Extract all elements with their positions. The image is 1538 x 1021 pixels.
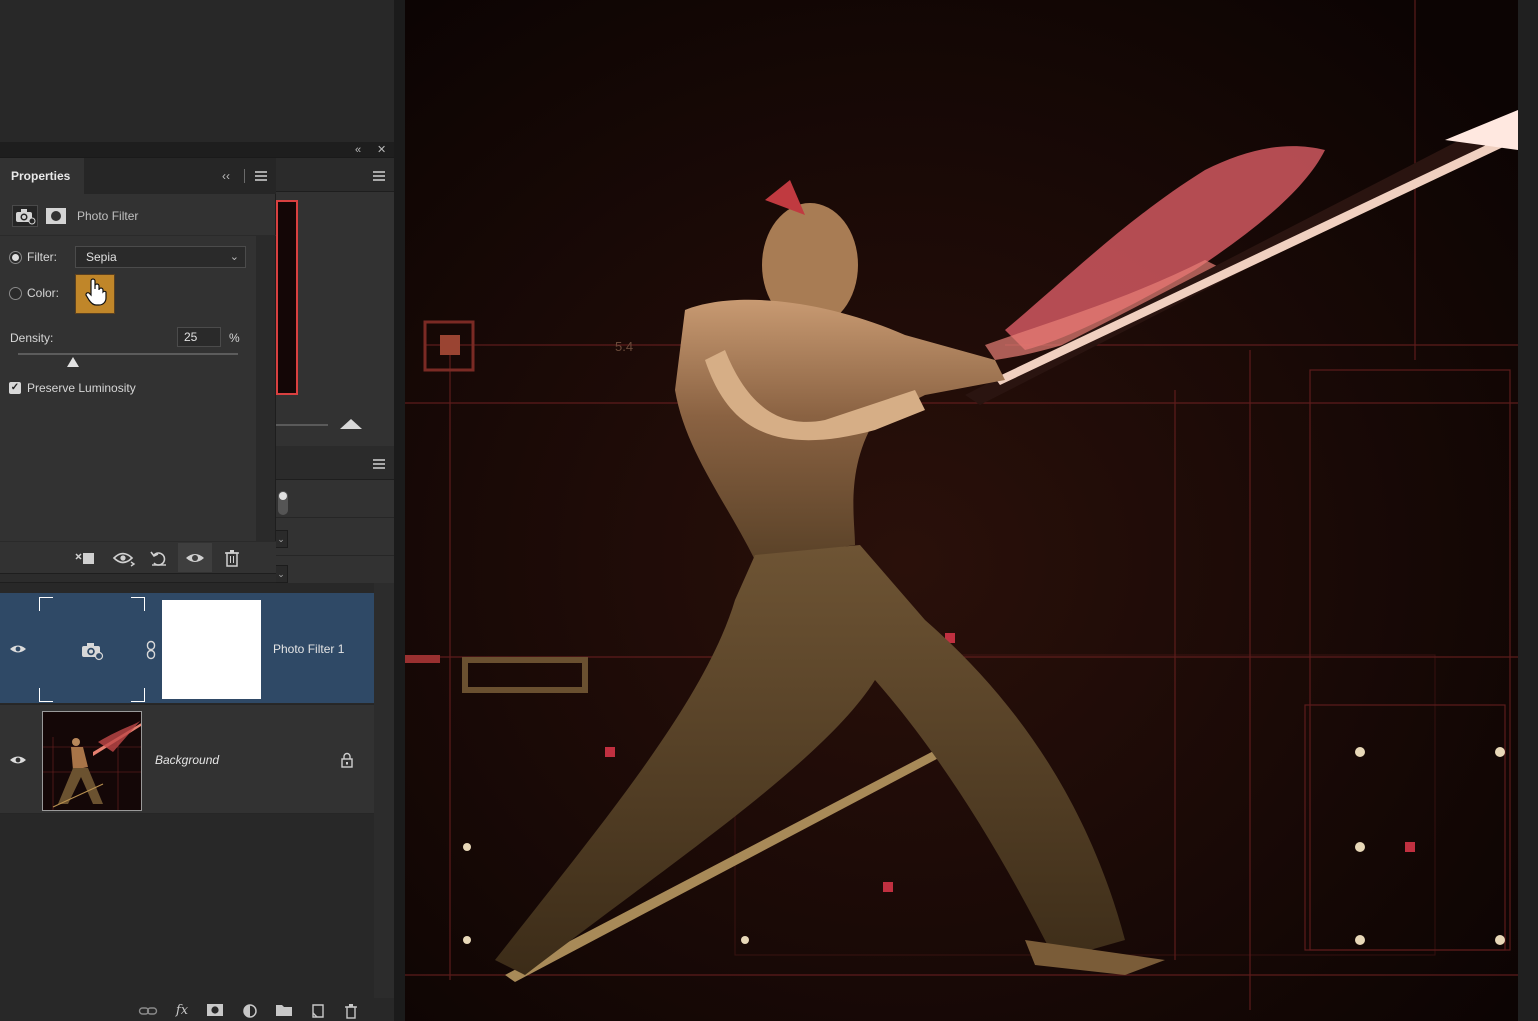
tab-divider (244, 169, 245, 183)
properties-scrollbar[interactable] (256, 236, 275, 541)
layer-name[interactable]: Photo Filter 1 (273, 642, 344, 656)
density-slider[interactable] (18, 353, 238, 355)
reset-adjustment-icon[interactable] (148, 549, 170, 567)
preserve-luminosity-label: Preserve Luminosity (27, 381, 136, 395)
canvas-gutter (394, 0, 405, 1021)
photo-filter-camera-icon (80, 640, 106, 662)
blend-mode-row (274, 520, 394, 556)
density-slider-thumb[interactable] (67, 357, 79, 367)
fx-icon[interactable]: fx (172, 1003, 192, 1019)
thumb-corner (131, 597, 145, 611)
navigator-menu-icon[interactable] (373, 171, 385, 181)
layers-filter-row (274, 482, 394, 518)
background-layer-thumbnail[interactable] (42, 711, 142, 811)
hud-text: 5.4 (615, 339, 633, 354)
layer-name[interactable]: Background (155, 753, 219, 767)
adjustment-name: Photo Filter (77, 209, 139, 223)
filter-value: Sepia (86, 250, 117, 264)
chevron-down-icon: ⌄ (229, 251, 239, 263)
preserve-luminosity-checkbox[interactable]: ✓ (9, 382, 21, 394)
layer-visibility-eye-icon[interactable] (8, 754, 28, 768)
panel-dock-bar (0, 142, 394, 158)
fill-dropdown[interactable]: ⌄ (274, 565, 288, 583)
canvas-scroll-area[interactable] (1518, 0, 1538, 1021)
eye-icon (184, 549, 206, 567)
delete-layer-icon[interactable] (341, 1003, 361, 1019)
link-layers-icon[interactable] (138, 1003, 158, 1019)
layers-footer (0, 998, 394, 1021)
trash-icon[interactable] (221, 549, 243, 567)
panel-resize-grip[interactable] (0, 573, 276, 583)
color-label: Color: (27, 286, 60, 300)
layer-visibility-eye-icon[interactable] (8, 643, 28, 657)
filter-toggle-knob (279, 492, 287, 500)
thumb-corner (39, 597, 53, 611)
color-swatch[interactable] (75, 274, 115, 314)
new-layer-icon[interactable] (308, 1003, 328, 1019)
color-radio[interactable] (9, 287, 22, 300)
collapse-panel-icon[interactable]: ‹‹ (222, 169, 230, 183)
zoom-in-mountain-icon[interactable] (340, 419, 362, 429)
adjustment-camera-icon[interactable] (12, 205, 38, 227)
adjustment-layer-icon[interactable] (240, 1003, 260, 1019)
folder-icon[interactable] (274, 1003, 294, 1019)
filter-radio[interactable] (9, 251, 22, 264)
density-unit: % (229, 331, 240, 345)
tab-properties[interactable]: Properties (0, 158, 84, 195)
link-chain-icon[interactable] (145, 640, 157, 660)
mask-icon[interactable] (45, 206, 67, 226)
view-previous-state-icon[interactable] (112, 549, 136, 567)
layers-scrollbar[interactable] (374, 583, 394, 998)
thumb-corner (131, 688, 145, 702)
lock-icon[interactable] (340, 752, 354, 768)
density-label: Density: (10, 331, 54, 345)
layer-mask-thumbnail[interactable] (162, 600, 261, 699)
filter-label: Filter: (27, 250, 57, 264)
document-canvas[interactable]: 5.4 (405, 0, 1518, 1021)
properties-menu-icon[interactable] (255, 171, 267, 181)
empty-dock-area (0, 0, 394, 142)
add-mask-icon[interactable] (205, 1003, 225, 1019)
canvas-artwork: 5.4 (405, 0, 1518, 1021)
hand-cursor-icon (85, 278, 107, 306)
collapse-dock-icon[interactable]: « (355, 142, 361, 158)
filter-dropdown[interactable]: Sepia ⌄ (75, 246, 246, 268)
close-dock-icon[interactable]: ✕ (377, 142, 386, 158)
blend-mode-dropdown[interactable]: ⌄ (274, 530, 288, 548)
navigator-preview[interactable] (276, 200, 298, 395)
density-input[interactable]: 25 (177, 327, 221, 347)
clip-to-layer-icon[interactable] (74, 549, 96, 567)
layers-menu-icon[interactable] (373, 459, 385, 469)
thumb-corner (39, 688, 53, 702)
navigator-zoom-slider[interactable] (276, 424, 328, 426)
